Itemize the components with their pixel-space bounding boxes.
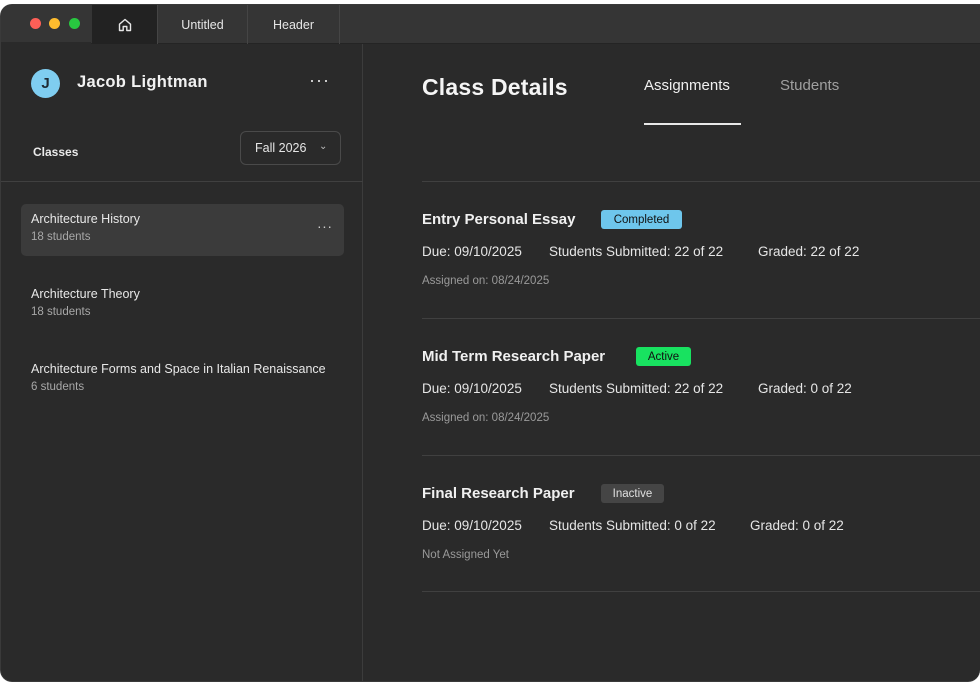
submitted-count: Students Submitted: 22 of 22 bbox=[549, 244, 724, 259]
app-window: Untitled Header J Jacob Lightman ··· Cla… bbox=[0, 4, 980, 682]
user-name: Jacob Lightman bbox=[77, 73, 208, 91]
class-item-architecture-forms[interactable]: Architecture Forms and Space in Italian … bbox=[21, 354, 344, 406]
sidebar: J Jacob Lightman ··· Classes Fall 2026 ⌄… bbox=[1, 44, 363, 681]
due-date: Due: 09/10/2025 bbox=[422, 381, 522, 396]
window-controls bbox=[1, 5, 91, 44]
divider bbox=[422, 318, 980, 319]
tab-header[interactable]: Header bbox=[248, 5, 340, 44]
graded-count: Graded: 22 of 22 bbox=[758, 244, 860, 259]
graded-count: Graded: 0 of 22 bbox=[750, 518, 844, 533]
divider bbox=[422, 591, 980, 592]
maximize-window-button[interactable] bbox=[69, 18, 80, 29]
tab-home[interactable] bbox=[92, 5, 157, 44]
term-select-value: Fall 2026 bbox=[255, 141, 307, 155]
sidebar-divider bbox=[1, 181, 363, 182]
assigned-date: Assigned on: 08/24/2025 bbox=[422, 275, 550, 287]
active-tab-indicator bbox=[644, 123, 741, 125]
assignment-card[interactable]: Entry Personal Essay Completed Due: 09/1… bbox=[422, 210, 980, 311]
class-name: Architecture History bbox=[31, 212, 141, 226]
class-name: Architecture Forms and Space in Italian … bbox=[31, 362, 326, 376]
divider bbox=[422, 455, 980, 456]
more-options-icon[interactable]: ··· bbox=[309, 71, 330, 89]
submitted-count: Students Submitted: 22 of 22 bbox=[549, 381, 724, 396]
classes-label: Classes bbox=[33, 145, 79, 159]
home-icon bbox=[118, 18, 131, 31]
due-date: Due: 09/10/2025 bbox=[422, 518, 522, 533]
status-badge: Completed bbox=[601, 210, 682, 229]
assignment-title: Mid Term Research Paper bbox=[422, 348, 606, 365]
avatar[interactable]: J bbox=[31, 69, 60, 98]
due-date: Due: 09/10/2025 bbox=[422, 244, 522, 259]
tab-assignments[interactable]: Assignments bbox=[644, 77, 730, 94]
graded-count: Graded: 0 of 22 bbox=[758, 381, 852, 396]
class-student-count: 6 students bbox=[31, 381, 85, 393]
assignment-card[interactable]: Mid Term Research Paper Active Due: 09/1… bbox=[422, 347, 980, 448]
submitted-count: Students Submitted: 0 of 22 bbox=[549, 518, 716, 533]
page-title: Class Details bbox=[422, 74, 568, 100]
class-more-icon[interactable]: ··· bbox=[317, 218, 333, 234]
status-badge: Inactive bbox=[601, 484, 664, 503]
assignment-title: Final Research Paper bbox=[422, 485, 575, 502]
main-panel: Class Details Assignments Students Entry… bbox=[364, 44, 980, 681]
class-student-count: 18 students bbox=[31, 231, 91, 243]
title-bar: Untitled Header bbox=[1, 5, 980, 44]
assignment-title: Entry Personal Essay bbox=[422, 211, 576, 228]
close-window-button[interactable] bbox=[30, 18, 41, 29]
term-select[interactable]: Fall 2026 ⌄ bbox=[240, 131, 341, 165]
assigned-date: Assigned on: 08/24/2025 bbox=[422, 412, 550, 424]
chevron-down-icon: ⌄ bbox=[319, 141, 328, 152]
assignment-status-note: Not Assigned Yet bbox=[422, 549, 509, 561]
status-badge: Active bbox=[636, 347, 691, 366]
class-item-architecture-theory[interactable]: Architecture Theory 18 students bbox=[21, 279, 344, 331]
class-student-count: 18 students bbox=[31, 306, 91, 318]
minimize-window-button[interactable] bbox=[49, 18, 60, 29]
tab-untitled[interactable]: Untitled bbox=[157, 5, 248, 44]
divider bbox=[422, 181, 980, 182]
class-item-architecture-history[interactable]: Architecture History 18 students ··· bbox=[21, 204, 344, 256]
assignment-card[interactable]: Final Research Paper Inactive Due: 09/10… bbox=[422, 484, 980, 585]
class-name: Architecture Theory bbox=[31, 287, 140, 301]
tab-students[interactable]: Students bbox=[780, 77, 839, 94]
